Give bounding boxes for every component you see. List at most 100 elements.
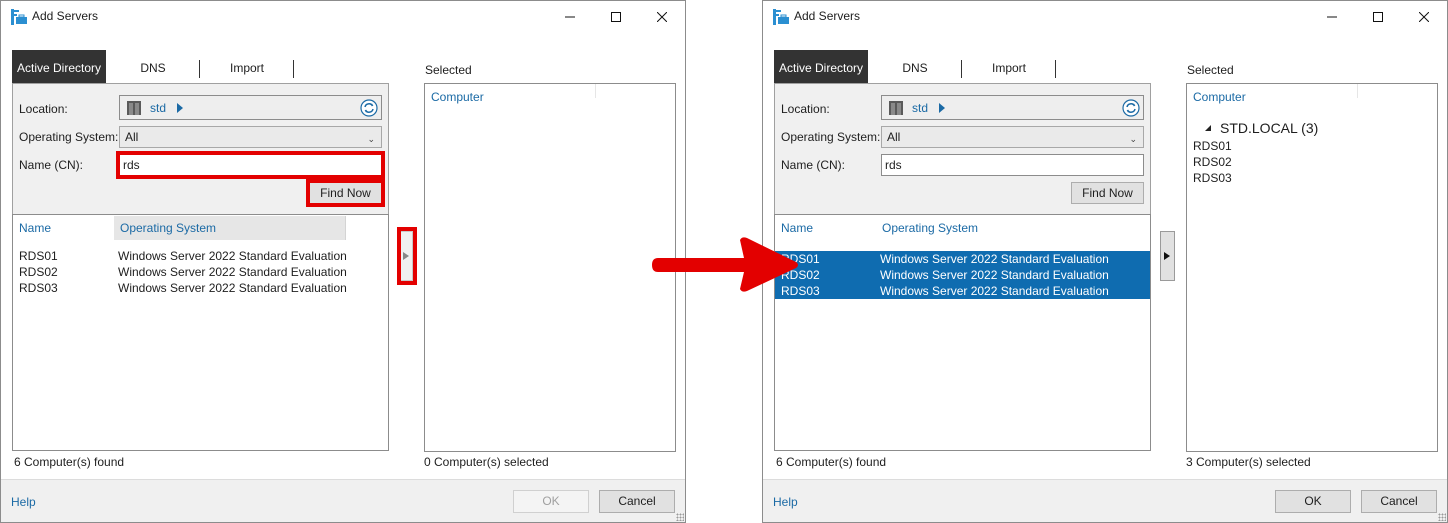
server-manager-icon [11,9,27,25]
column-header-computer[interactable]: Computer [431,90,484,104]
name-input[interactable] [881,154,1144,176]
column-separator [595,84,596,98]
found-status: 6 Computer(s) found [776,455,887,469]
column-header-os[interactable]: Operating System [876,216,1108,240]
cell-os: Windows Server 2022 Standard Evaluation [118,249,347,263]
minimize-button[interactable] [547,1,593,33]
column-separator [1357,84,1358,98]
cell-os: Windows Server 2022 Standard Evaluation [118,265,347,279]
os-dropdown[interactable]: All ⌄ [881,126,1144,148]
cell-os: Windows Server 2022 Standard Evaluation [880,284,1109,298]
cell-name: RDS03 [19,281,58,295]
resize-grip[interactable] [1438,513,1446,521]
tab-label: Import [991,61,1026,75]
server-manager-icon [773,9,789,25]
tree-group-domain[interactable]: STD.LOCAL (3) [1205,120,1318,136]
selected-status: 3 Computer(s) selected [1186,455,1311,469]
selected-item[interactable]: RDS01 [1193,138,1232,154]
resize-grip[interactable] [676,513,684,521]
search-panel: Location: std Operating System: All ⌄ Na… [774,83,1151,215]
minimize-icon [1327,16,1337,18]
column-header-os[interactable]: Operating System [114,216,346,240]
window-title: Add Servers [794,9,861,23]
refresh-icon[interactable] [1122,99,1140,117]
annotation-highlight-find-now [306,179,385,207]
close-button[interactable] [639,1,685,33]
tab-separator [1055,60,1056,78]
domain-icon [127,101,141,115]
results-list: Name Operating System RDS01 Windows Serve… [774,214,1151,451]
tab-dns[interactable]: DNS [106,50,200,83]
cell-os: Windows Server 2022 Standard Evaluation [880,268,1109,282]
add-servers-dialog-after: Add Servers Active Directory DNS Import … [762,0,1448,523]
domain-icon [889,101,903,115]
group-label: STD.LOCAL (3) [1220,120,1319,136]
help-link[interactable]: Help [11,495,36,509]
cancel-button[interactable]: Cancel [1361,490,1437,513]
table-row[interactable]: RDS01 Windows Server 2022 Standard Evalua… [775,251,1150,267]
tab-strip: Active Directory DNS Import [12,50,294,83]
tab-active-directory[interactable]: Active Directory [12,50,106,83]
maximize-icon [1373,12,1383,22]
selected-item[interactable]: RDS02 [1193,154,1232,170]
location-value: std [912,101,929,115]
red-arrow-icon [652,237,798,292]
location-label: Location: [19,102,68,116]
tab-import[interactable]: Import [200,50,294,83]
annotation-highlight-name [116,151,385,179]
ok-button[interactable]: OK [513,490,589,513]
title-bar: Add Servers [1,1,685,33]
tab-strip: Active Directory DNS Import [774,50,1056,83]
close-button[interactable] [1401,1,1447,33]
tab-label: DNS [902,61,928,75]
dialog-footer: Help OK Cancel [1,479,685,522]
name-label: Name (CN): [781,158,846,172]
breadcrumb-arrow-icon[interactable] [939,103,945,113]
location-label: Location: [781,102,830,116]
search-panel: Location: std Operating System: All ⌄ Na… [12,83,389,215]
ok-button[interactable]: OK [1275,490,1351,513]
selected-list: Computer STD.LOCAL (3) RDS01 RDS02 RDS03 [1186,83,1438,452]
selected-label: Selected [1187,63,1234,77]
location-value: std [150,101,167,115]
cell-os: Windows Server 2022 Standard Evaluation [118,281,347,295]
selected-label: Selected [425,63,472,77]
table-row[interactable]: RDS02 Windows Server 2022 Standard Evalua… [13,264,388,280]
collapse-triangle-icon[interactable] [1205,125,1211,131]
table-row[interactable]: RDS03 Windows Server 2022 Standard Evalua… [13,280,388,296]
find-now-button[interactable]: Find Now [1071,182,1144,204]
tab-label: DNS [140,61,166,75]
maximize-button[interactable] [1355,1,1401,33]
tab-label: Import [229,61,264,75]
minimize-button[interactable] [1309,1,1355,33]
breadcrumb-arrow-icon[interactable] [177,103,183,113]
help-link[interactable]: Help [773,495,798,509]
column-header-name[interactable]: Name [19,216,114,240]
window-title: Add Servers [32,9,99,23]
tab-import[interactable]: Import [962,50,1056,83]
table-row[interactable]: RDS02 Windows Server 2022 Standard Evalua… [775,267,1150,283]
tab-dns[interactable]: DNS [868,50,962,83]
location-picker[interactable]: std [881,95,1144,120]
location-picker[interactable]: std [119,95,382,120]
cancel-button[interactable]: Cancel [599,490,675,513]
add-servers-dialog-before: Add Servers Active Directory DNS Import … [0,0,686,523]
maximize-button[interactable] [593,1,639,33]
add-to-selected-button[interactable] [1160,231,1175,281]
annotation-highlight-add [397,227,417,285]
close-icon [657,12,667,22]
refresh-icon[interactable] [360,99,378,117]
results-list: Name Operating System RDS01 Windows Serve… [12,214,389,451]
selected-item[interactable]: RDS03 [1193,170,1232,186]
table-row[interactable]: RDS03 Windows Server 2022 Standard Evalua… [775,283,1150,299]
chevron-down-icon: ⌄ [1129,134,1137,144]
column-header-computer[interactable]: Computer [1193,90,1246,104]
tab-active-directory[interactable]: Active Directory [774,50,868,83]
found-status: 6 Computer(s) found [14,455,125,469]
arrow-right-icon [1164,252,1170,260]
cell-name: RDS01 [19,249,58,263]
os-dropdown[interactable]: All ⌄ [119,126,382,148]
maximize-icon [611,12,621,22]
table-row[interactable]: RDS01 Windows Server 2022 Standard Evalua… [13,248,388,264]
chevron-down-icon: ⌄ [367,134,375,144]
